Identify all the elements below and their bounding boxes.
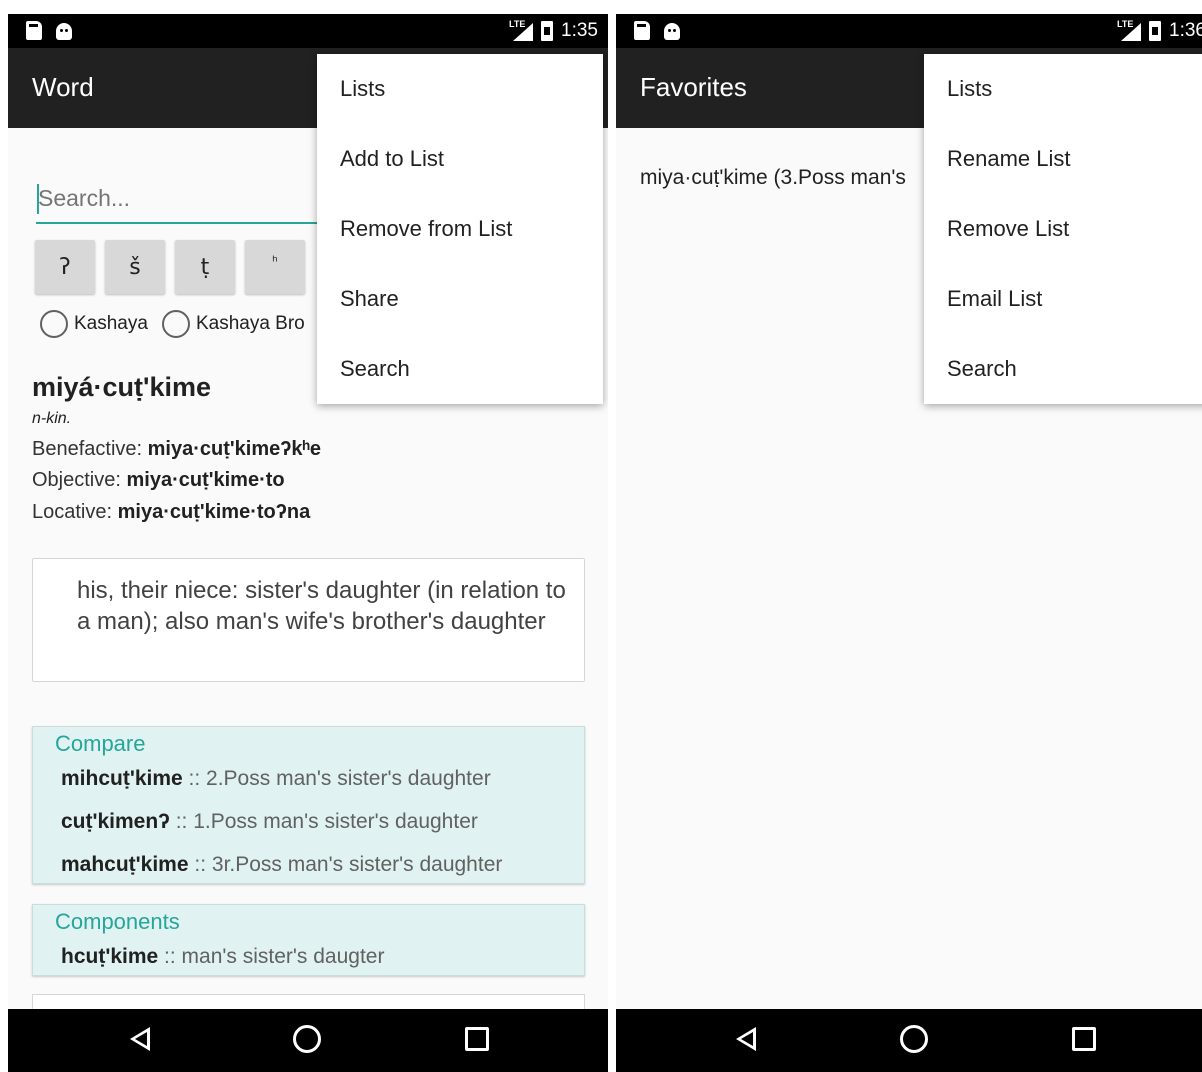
char-button-aspiration[interactable]: ʰ (245, 240, 305, 294)
menu-item-search[interactable]: Search (924, 334, 1202, 404)
compare-item[interactable]: cuṭ'kimenʔ :: 1.Poss man's sister's daug… (61, 810, 478, 834)
menu-item-search[interactable]: Search (317, 334, 603, 404)
compare-gloss: :: 3r.Poss man's sister's daughter (188, 853, 503, 876)
menu-item-remove-list[interactable]: Remove List (924, 194, 1202, 264)
compare-gloss: :: 2.Poss man's sister's daughter (182, 767, 491, 790)
compare-word: mahcuṭ'kime (61, 853, 189, 876)
compare-word: cuṭ'kimenʔ (61, 810, 170, 833)
text-cursor (37, 184, 39, 214)
next-card-edge (32, 994, 585, 1010)
menu-item-rename-list[interactable]: Rename List (924, 124, 1202, 194)
back-icon[interactable] (736, 1027, 756, 1051)
word-screen: LTE 1:35 Word ʔ š ṭ ʰ Kashaya Kashaya Br… (8, 14, 608, 1072)
radio-label-kashaya[interactable]: Kashaya (74, 313, 148, 335)
compare-title: Compare (55, 731, 146, 756)
sd-card-icon (26, 21, 42, 40)
signal-icon: LTE (1117, 19, 1142, 41)
menu-item-add-to-list[interactable]: Add to List (317, 124, 603, 194)
recents-icon[interactable] (465, 1027, 489, 1051)
status-bar: LTE 1:35 (8, 14, 608, 48)
page-title: Word (32, 72, 94, 102)
list-item[interactable]: miya·cuṭ'kime (3.Poss man's (640, 166, 906, 190)
favorites-screen: LTE 1:36 Favorites miya·cuṭ'kime (3.Poss… (616, 14, 1202, 1072)
overflow-menu: Lists Rename List Remove List Email List… (924, 54, 1202, 404)
compare-item[interactable]: mahcuṭ'kime :: 3r.Poss man's sister's da… (61, 853, 502, 877)
part-of-speech: n-kin. (32, 410, 72, 427)
form-locative: Locative: miya·cuṭ'kime·toʔna (32, 501, 310, 524)
compare-item[interactable]: mihcuṭ'kime :: 2.Poss man's sister's dau… (61, 767, 491, 791)
components-title: Components (55, 909, 180, 934)
home-icon[interactable] (293, 1025, 321, 1053)
menu-item-share[interactable]: Share (317, 264, 603, 334)
components-section: Components hcuṭ'kime :: man's sister's d… (32, 904, 585, 976)
char-button-glottal[interactable]: ʔ (35, 240, 95, 294)
char-button-t-dot[interactable]: ṭ (175, 240, 235, 294)
form-label: Locative: (32, 501, 113, 523)
form-objective: Objective: miya·cuṭ'kime·to (32, 469, 285, 492)
char-button-s-caron[interactable]: š (105, 240, 165, 294)
compare-section: Compare mihcuṭ'kime :: 2.Poss man's sist… (32, 726, 585, 884)
android-icon (56, 23, 72, 40)
component-gloss: :: man's sister's daugter (158, 945, 385, 968)
android-icon (664, 23, 680, 40)
component-word: hcuṭ'kime (61, 945, 159, 968)
menu-item-lists[interactable]: Lists (924, 54, 1202, 124)
sd-card-icon (634, 21, 650, 40)
home-icon[interactable] (900, 1025, 928, 1053)
radio-kashaya-broad[interactable] (161, 310, 190, 338)
definition-card: his, their niece: sister's daughter (in … (32, 558, 585, 682)
headword: miyá·cuṭ'kime (32, 372, 211, 402)
signal-icon: LTE (509, 19, 534, 41)
form-value: miya·cuṭ'kime·toʔna (117, 501, 311, 523)
status-time: 1:36 (1169, 20, 1202, 41)
recents-icon[interactable] (1072, 1027, 1096, 1051)
navigation-bar (8, 1009, 608, 1072)
form-benefactive: Benefactive: miya·cuṭ'kimeʔkʰe (32, 438, 321, 461)
page-title: Favorites (640, 72, 747, 102)
menu-item-remove-from-list[interactable]: Remove from List (317, 194, 603, 264)
special-char-row: ʔ š ṭ ʰ (35, 240, 305, 294)
radio-label-kashaya-broad[interactable]: Kashaya Bro (196, 313, 305, 335)
compare-word: mihcuṭ'kime (61, 767, 183, 790)
navigation-bar (616, 1009, 1202, 1072)
compare-gloss: :: 1.Poss man's sister's daughter (169, 810, 478, 833)
radio-kashaya[interactable] (40, 310, 68, 338)
back-icon[interactable] (130, 1027, 150, 1051)
definition-text: his, their niece: sister's daughter (in … (77, 577, 566, 635)
overflow-menu: Lists Add to List Remove from List Share… (317, 54, 603, 404)
form-label: Benefactive: (32, 438, 143, 460)
menu-item-lists[interactable]: Lists (317, 54, 603, 124)
form-label: Objective: (32, 469, 121, 491)
battery-icon (1149, 21, 1162, 41)
status-time: 1:35 (561, 20, 598, 41)
form-value: miya·cuṭ'kime·to (126, 469, 285, 491)
form-value: miya·cuṭ'kimeʔkʰe (147, 438, 321, 460)
language-radio-group: Kashaya Kashaya Bro (40, 310, 313, 338)
status-bar: LTE 1:36 (616, 14, 1202, 48)
battery-icon (541, 21, 554, 41)
component-item[interactable]: hcuṭ'kime :: man's sister's daugter (61, 945, 384, 969)
menu-item-email-list[interactable]: Email List (924, 264, 1202, 334)
